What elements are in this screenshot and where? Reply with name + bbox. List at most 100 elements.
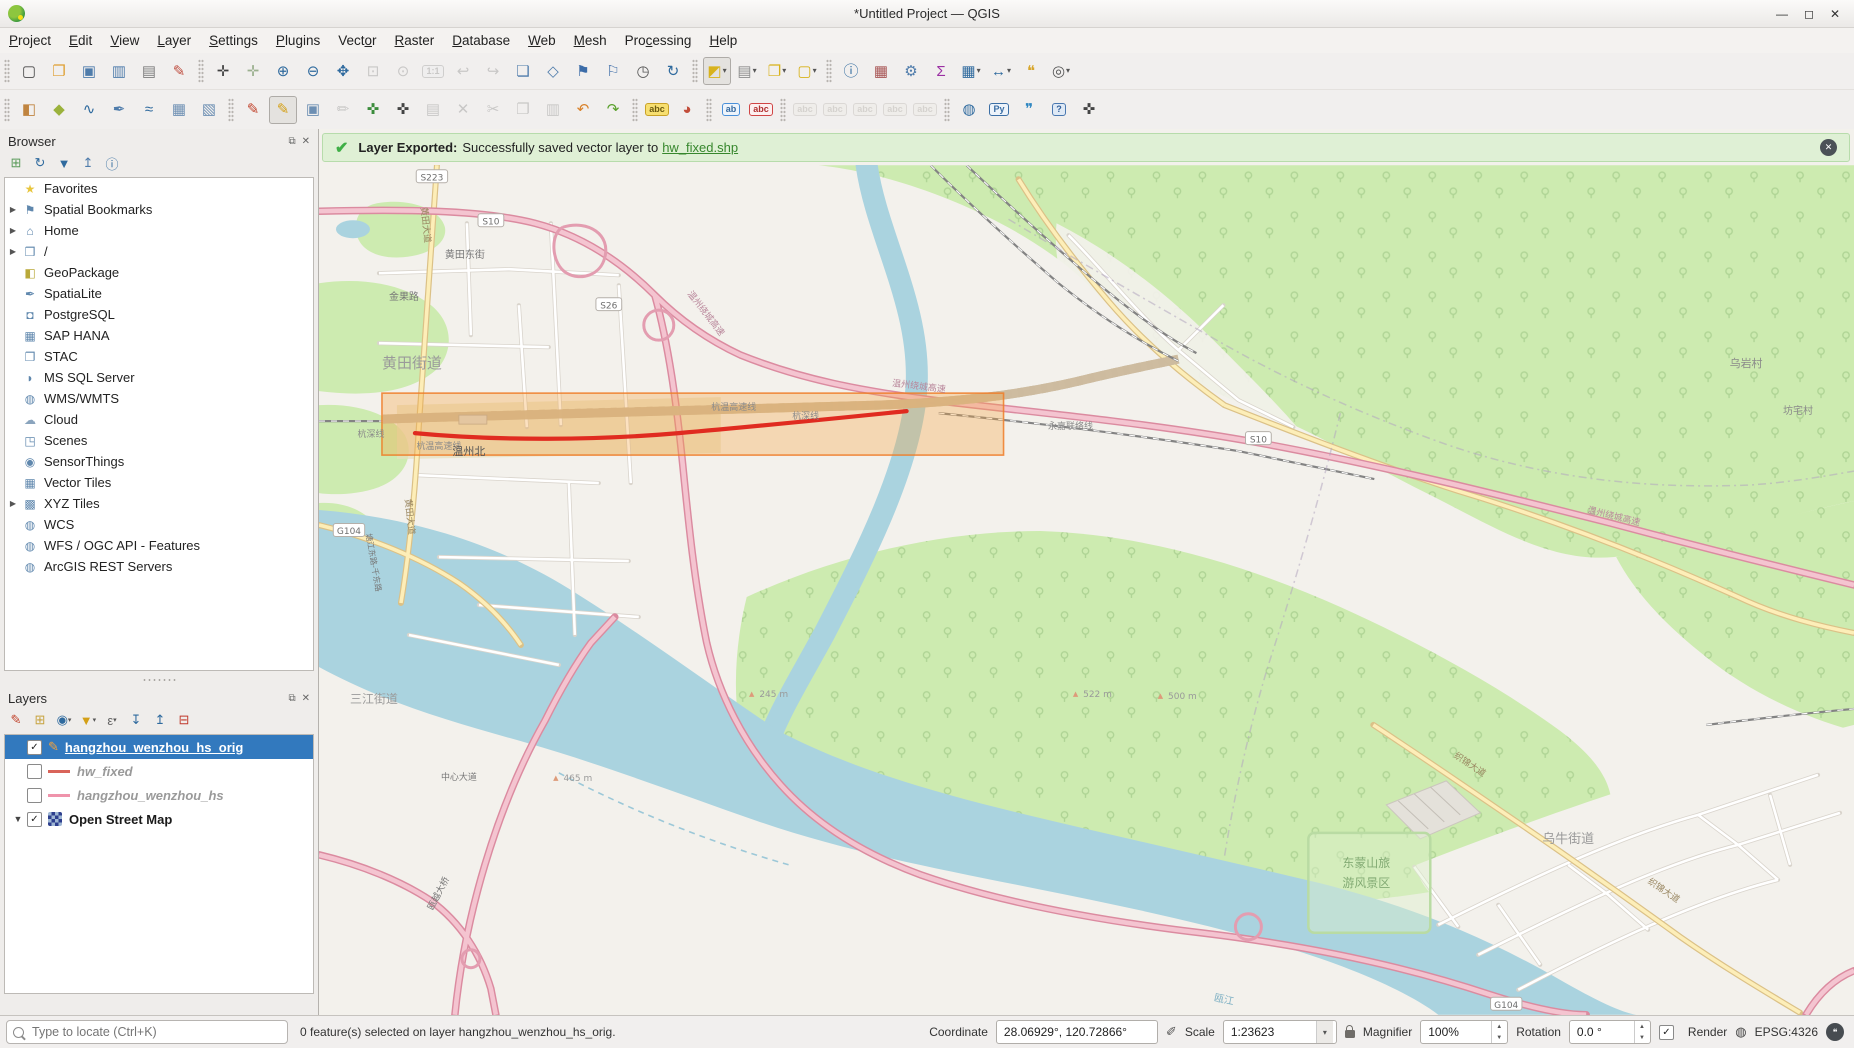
help-contents[interactable]: ? [1045,96,1073,124]
zoom-next[interactable]: ↪ [479,57,507,85]
modify-attributes[interactable]: ▤ [419,96,447,124]
coordinate-input[interactable] [997,1025,1157,1039]
browser-item-spatialite[interactable]: ✒SpatiaLite [5,283,313,304]
menu-project[interactable]: Project [0,31,60,50]
delete-selected[interactable]: ✕ [449,96,477,124]
invert-selection-dropdown-icon[interactable]: ▾ [813,67,817,75]
rotate-label[interactable]: abc [881,96,909,124]
add-feature[interactable]: ✏ [329,96,357,124]
browser-item-scenes[interactable]: ◳Scenes [5,430,313,451]
layer-visibility-checkbox[interactable] [27,788,42,803]
undo[interactable]: ↶ [569,96,597,124]
locator-box[interactable] [6,1020,288,1044]
expand-all-layers[interactable]: ↧ [126,710,146,730]
browser-item-cloud[interactable]: ☁Cloud [5,409,313,430]
remove-layer[interactable]: ⊟ [174,710,194,730]
open-attribute-table-dropdown-icon[interactable]: ▾ [977,67,981,75]
rotation-down-icon[interactable]: ▼ [1635,1032,1649,1043]
browser-float-button[interactable]: ⧉ [288,136,295,147]
browser-item-[interactable]: ▶❒/ [5,241,313,262]
magnifier-input[interactable] [1421,1025,1491,1039]
menu-vector[interactable]: Vector [329,31,385,50]
layer-visibility-checkbox[interactable]: ✓ [27,812,42,827]
menu-settings[interactable]: Settings [200,31,267,50]
layers-close-button[interactable]: ✕ [302,693,310,704]
message-close-button[interactable]: ✕ [1820,139,1837,156]
filter-legend[interactable]: ▼▾ [78,710,98,730]
browser-item-postgresql[interactable]: ◘PostgreSQL [5,304,313,325]
browser-item-favorites[interactable]: ★Favorites [5,178,313,199]
layer-item-hangzhou-wenzhou-hs[interactable]: hangzhou_wenzhou_hs [5,783,313,807]
rotation-spinbox[interactable]: ▲▼ [1569,1020,1651,1044]
zoom-to-layer[interactable]: ⊙ [389,57,417,85]
toolbar-grip[interactable] [4,59,10,83]
copy-features[interactable]: ❐ [509,96,537,124]
menu-help[interactable]: Help [700,31,746,50]
collapse-all-browser[interactable]: ↥ [78,153,98,173]
map-canvas[interactable]: 黄田街道金果路黄田东街黄田大道黄田大道温州绕城高速温州绕城高速温州绕城高速乌岩村… [319,165,1854,1015]
deselect-features-dropdown-icon[interactable]: ▾ [782,67,786,75]
pan-to-selection[interactable]: ✛ [239,57,267,85]
measure-line[interactable]: ↔▾ [987,57,1015,85]
check-geometries[interactable]: ✜ [1075,96,1103,124]
statistical-summary[interactable]: ▦ [867,57,895,85]
new-geopackage-layer[interactable]: ◆ [45,96,73,124]
render-checkbox[interactable]: ✓ [1659,1025,1674,1040]
redo[interactable]: ↷ [599,96,627,124]
highlight-pinned-labels[interactable]: abc [821,96,849,124]
move-label[interactable]: abc [851,96,879,124]
locator-input[interactable] [30,1024,264,1040]
open-project[interactable]: ❐ [45,57,73,85]
layer-item-hw-fixed[interactable]: hw_fixed [5,759,313,783]
identify-features[interactable]: ⓘ [837,57,865,85]
paste-features[interactable]: ▥ [539,96,567,124]
magnifier-spinbox[interactable]: ▲▼ [1420,1020,1508,1044]
layers-float-button[interactable]: ⧉ [288,693,295,704]
layer-styling[interactable]: ◕ [673,96,701,124]
menu-raster[interactable]: Raster [386,31,444,50]
new-3d-map-view[interactable]: ◇ [539,57,567,85]
metasearch[interactable]: ◍ [955,96,983,124]
browser-item-stac[interactable]: ❐STAC [5,346,313,367]
menu-plugins[interactable]: Plugins [267,31,329,50]
data-source-manager[interactable]: ◧ [15,96,43,124]
crs-globe-icon[interactable]: ◍ [1735,1024,1746,1040]
save-project[interactable]: ▣ [75,57,103,85]
browser-item-geopackage[interactable]: ◧GeoPackage [5,262,313,283]
select-features-dropdown-icon[interactable]: ▾ [723,67,727,75]
lock-scale-icon[interactable] [1345,1030,1355,1038]
toolbar-grip[interactable] [944,98,950,122]
zoom-out[interactable]: ⊖ [299,57,327,85]
browser-item-sap-hana[interactable]: ▦SAP HANA [5,325,313,346]
zoom-to-selection[interactable]: ⊡ [359,57,387,85]
pin-labels[interactable]: abc [791,96,819,124]
select-features-by-value-dropdown-icon[interactable]: ▾ [753,67,757,75]
browser-item-sensorthings[interactable]: ◉SensorThings [5,451,313,472]
label-options-ab[interactable]: ab [717,96,745,124]
new-map-view[interactable]: ❏ [509,57,537,85]
layer-labeling[interactable]: abc [643,96,671,124]
browser-item-vector-tiles[interactable]: ▦Vector Tiles [5,472,313,493]
diagram-options-abc[interactable]: abc [747,96,775,124]
locator-zoom[interactable]: ◎▾ [1047,57,1075,85]
scale-input[interactable] [1224,1025,1316,1039]
exported-file-link[interactable]: hw_fixed.shp [662,140,738,155]
browser-item-wfs-ogc-api-features[interactable]: ◍WFS / OGC API - Features [5,535,313,556]
expand-icon[interactable]: ▶ [5,499,21,508]
add-selected-layers[interactable]: ⊞ [6,153,26,173]
toolbar-grip[interactable] [826,59,832,83]
filter-by-expression[interactable]: ε▾ [102,710,122,730]
open-attribute-table[interactable]: ▦▾ [957,57,985,85]
panel-splitter[interactable] [0,673,318,686]
current-edits[interactable]: ✎ [239,96,267,124]
invert-selection[interactable]: ▢▾ [793,57,821,85]
save-project-as[interactable]: ▥ [105,57,133,85]
layer-item-open-street-map[interactable]: ▼✓Open Street Map [5,807,313,831]
browser-item-spatial-bookmarks[interactable]: ▶⚑Spatial Bookmarks [5,199,313,220]
browser-item-ms-sql-server[interactable]: ◗MS SQL Server [5,367,313,388]
menu-edit[interactable]: Edit [60,31,101,50]
new-spatial-bookmark[interactable]: ⚑ [569,57,597,85]
browser-item-wms-wmts[interactable]: ◍WMS/WMTS [5,388,313,409]
save-layer-edits[interactable]: ▣ [299,96,327,124]
python-console[interactable]: Py [985,96,1013,124]
